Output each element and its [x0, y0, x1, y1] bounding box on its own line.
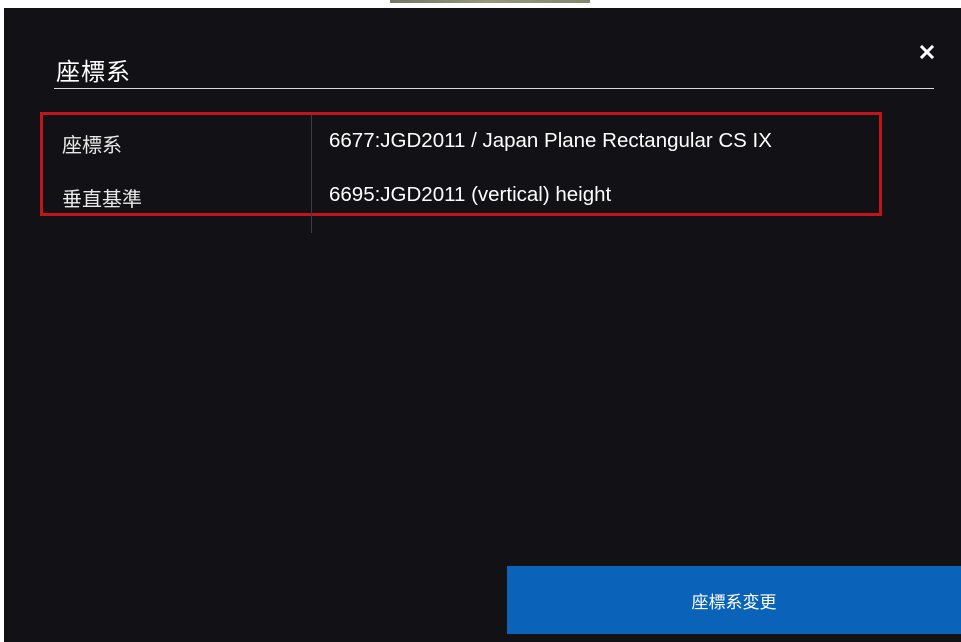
close-button[interactable]: [915, 40, 939, 64]
change-coordinate-system-button[interactable]: 座標系変更: [507, 566, 961, 634]
dialog-header: 座標系: [54, 46, 934, 89]
info-row-crs: 座標系 6677:JGD2011 / Japan Plane Rectangul…: [43, 125, 879, 159]
vertical-datum-value: 6695:JGD2011 (vertical) height: [329, 183, 612, 206]
vertical-datum-label: 垂直基準: [62, 187, 142, 211]
crs-label: 座標系: [62, 133, 122, 157]
background-strip: [390, 0, 590, 3]
dialog-title: 座標系: [56, 58, 131, 86]
coordinate-info-table: 座標系 6677:JGD2011 / Japan Plane Rectangul…: [40, 112, 882, 233]
coordinate-system-dialog: [4, 8, 961, 642]
crs-value: 6677:JGD2011 / Japan Plane Rectangular C…: [329, 129, 772, 152]
info-row-vertical-datum: 垂直基準 6695:JGD2011 (vertical) height: [43, 179, 879, 213]
close-icon: [919, 44, 935, 60]
